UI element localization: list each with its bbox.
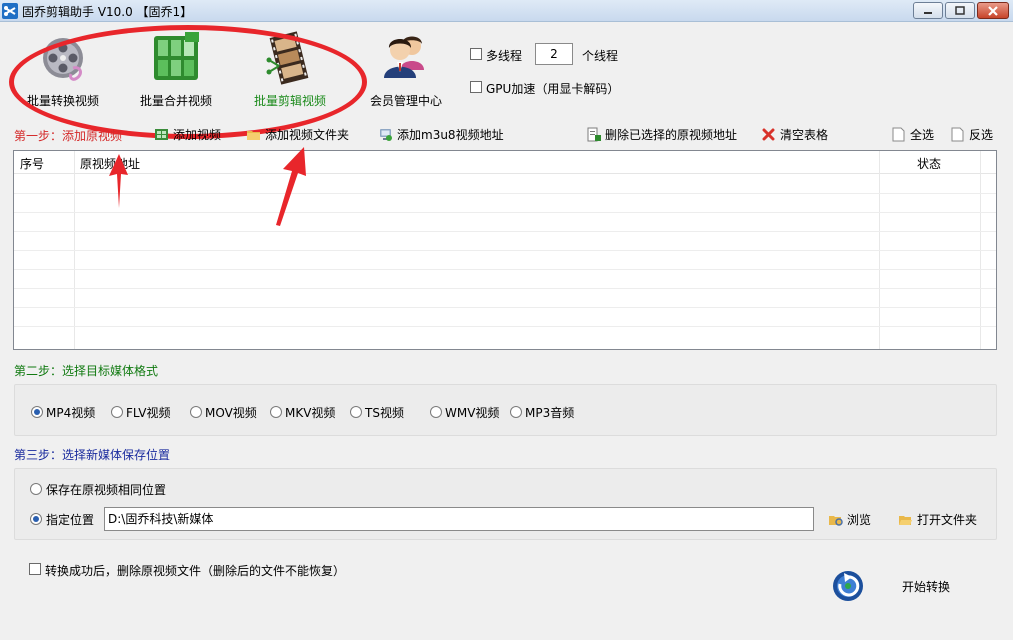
batch-merge-button[interactable]: 批量合并视频 — [135, 32, 217, 110]
save-path-input[interactable]: D:\固乔科技\新媒体 — [104, 507, 814, 531]
format-label-mkv: MKV视频 — [285, 406, 336, 420]
delete-after-label: 转换成功后，删除原视频文件（删除后的文件不能恢复） — [45, 564, 346, 578]
thread-count-input[interactable]: 2 — [535, 43, 573, 65]
gpu-checkbox[interactable] — [470, 81, 482, 93]
film-strip-icon — [266, 31, 309, 85]
format-label-mp3: MP3音频 — [525, 406, 575, 420]
format-radio-mov[interactable] — [190, 406, 202, 418]
row-divider — [14, 269, 996, 270]
column-header-path[interactable]: 原视频地址 — [80, 155, 140, 172]
app-icon — [2, 3, 18, 19]
browse-label: 浏览 — [847, 512, 872, 527]
format-radio-wmv[interactable] — [430, 406, 442, 418]
format-radio-ts[interactable] — [350, 406, 362, 418]
video-table[interactable]: 序号 原视频地址 状态 — [13, 150, 997, 350]
browse-folder-icon — [828, 512, 843, 527]
column-header-index[interactable]: 序号 — [20, 155, 44, 172]
row-divider — [14, 193, 996, 194]
add-video-icon — [154, 127, 169, 142]
title-bar: 固乔剪辑助手 V10.0 【固乔1】 — [0, 0, 1013, 22]
minimize-button[interactable] — [913, 2, 943, 19]
gpu-label: GPU加速（用显卡解码） — [486, 82, 620, 96]
delete-selected-button[interactable]: 删除已选择的原视频地址 — [586, 125, 737, 143]
member-center-button[interactable]: 会员管理中心 — [365, 32, 447, 110]
tool-label: 会员管理中心 — [369, 94, 442, 108]
table-header: 序号 原视频地址 状态 — [14, 151, 996, 174]
row-divider — [14, 307, 996, 308]
delete-selected-label: 删除已选择的原视频地址 — [605, 127, 738, 142]
add-folder-button[interactable]: 添加视频文件夹 — [246, 125, 349, 143]
row-divider — [14, 250, 996, 251]
add-video-button[interactable]: 添加视频 — [154, 125, 221, 143]
column-header-status[interactable]: 状态 — [917, 155, 941, 172]
select-all-button[interactable]: 全选 — [891, 125, 934, 143]
batch-convert-button[interactable]: 批量转换视频 — [22, 32, 104, 110]
open-folder-label: 打开文件夹 — [917, 512, 978, 527]
invert-select-label: 反选 — [969, 127, 994, 142]
save-custom-label: 指定位置 — [46, 513, 95, 527]
browse-button[interactable]: 浏览 — [828, 510, 871, 528]
merge-grid-icon — [154, 32, 199, 80]
format-radio-mp3[interactable] — [510, 406, 522, 418]
start-convert-icon[interactable] — [830, 568, 866, 604]
step3-label: 第三步：选择新媒体保存位置 — [14, 448, 171, 462]
format-radio-mp4[interactable] — [31, 406, 43, 418]
multithread-label: 多线程 — [486, 49, 523, 63]
format-radio-mkv[interactable] — [270, 406, 282, 418]
row-divider — [14, 288, 996, 289]
maximize-icon — [955, 5, 965, 15]
red-x-icon — [761, 127, 776, 142]
row-divider — [14, 231, 996, 232]
close-button[interactable] — [977, 2, 1009, 19]
format-label-mov: MOV视频 — [205, 406, 257, 420]
invert-select-button[interactable]: 反选 — [950, 125, 993, 143]
step1-label: 第一步：添加原视频 — [14, 129, 123, 143]
format-label-ts: TS视频 — [365, 406, 404, 420]
delete-after-checkbox[interactable] — [29, 563, 41, 575]
thread-unit-label: 个线程 — [582, 49, 619, 63]
select-all-label: 全选 — [910, 127, 935, 142]
add-m3u8-label: 添加m3u8视频地址 — [397, 127, 504, 142]
tool-label: 批量合并视频 — [139, 94, 212, 108]
link-icon — [378, 127, 393, 142]
window-title: 固乔剪辑助手 V10.0 【固乔1】 — [22, 5, 193, 19]
start-convert-label[interactable]: 开始转换 — [902, 578, 950, 595]
clear-table-button[interactable]: 清空表格 — [761, 125, 828, 143]
folder-icon — [246, 127, 261, 142]
format-label-wmv: WMV视频 — [445, 406, 500, 420]
page-icon — [950, 127, 965, 142]
maximize-button[interactable] — [945, 2, 975, 19]
page-icon — [891, 127, 906, 142]
open-folder-button[interactable]: 打开文件夹 — [898, 510, 977, 528]
minimize-icon — [924, 11, 932, 14]
save-same-radio[interactable] — [30, 483, 42, 495]
tool-label: 批量转换视频 — [26, 94, 99, 108]
add-m3u8-button[interactable]: 添加m3u8视频地址 — [378, 125, 504, 143]
save-custom-radio[interactable] — [30, 513, 42, 525]
open-folder-icon — [898, 512, 913, 527]
add-video-label: 添加视频 — [173, 127, 222, 142]
batch-clip-button[interactable]: 批量剪辑视频 — [249, 31, 331, 110]
clear-table-label: 清空表格 — [780, 127, 829, 142]
add-folder-label: 添加视频文件夹 — [265, 127, 350, 142]
delete-file-icon — [586, 127, 601, 142]
save-same-label: 保存在原视频相同位置 — [46, 483, 167, 497]
step2-label: 第二步：选择目标媒体格式 — [14, 364, 159, 378]
film-reel-icon — [43, 38, 83, 81]
format-radio-flv[interactable] — [111, 406, 123, 418]
close-icon — [988, 5, 998, 16]
row-divider — [14, 326, 996, 327]
format-label-flv: FLV视频 — [126, 406, 171, 420]
multithread-checkbox[interactable] — [470, 48, 482, 60]
row-divider — [14, 212, 996, 213]
users-icon — [384, 36, 424, 78]
format-label-mp4: MP4视频 — [46, 406, 96, 420]
tool-label: 批量剪辑视频 — [253, 94, 326, 108]
